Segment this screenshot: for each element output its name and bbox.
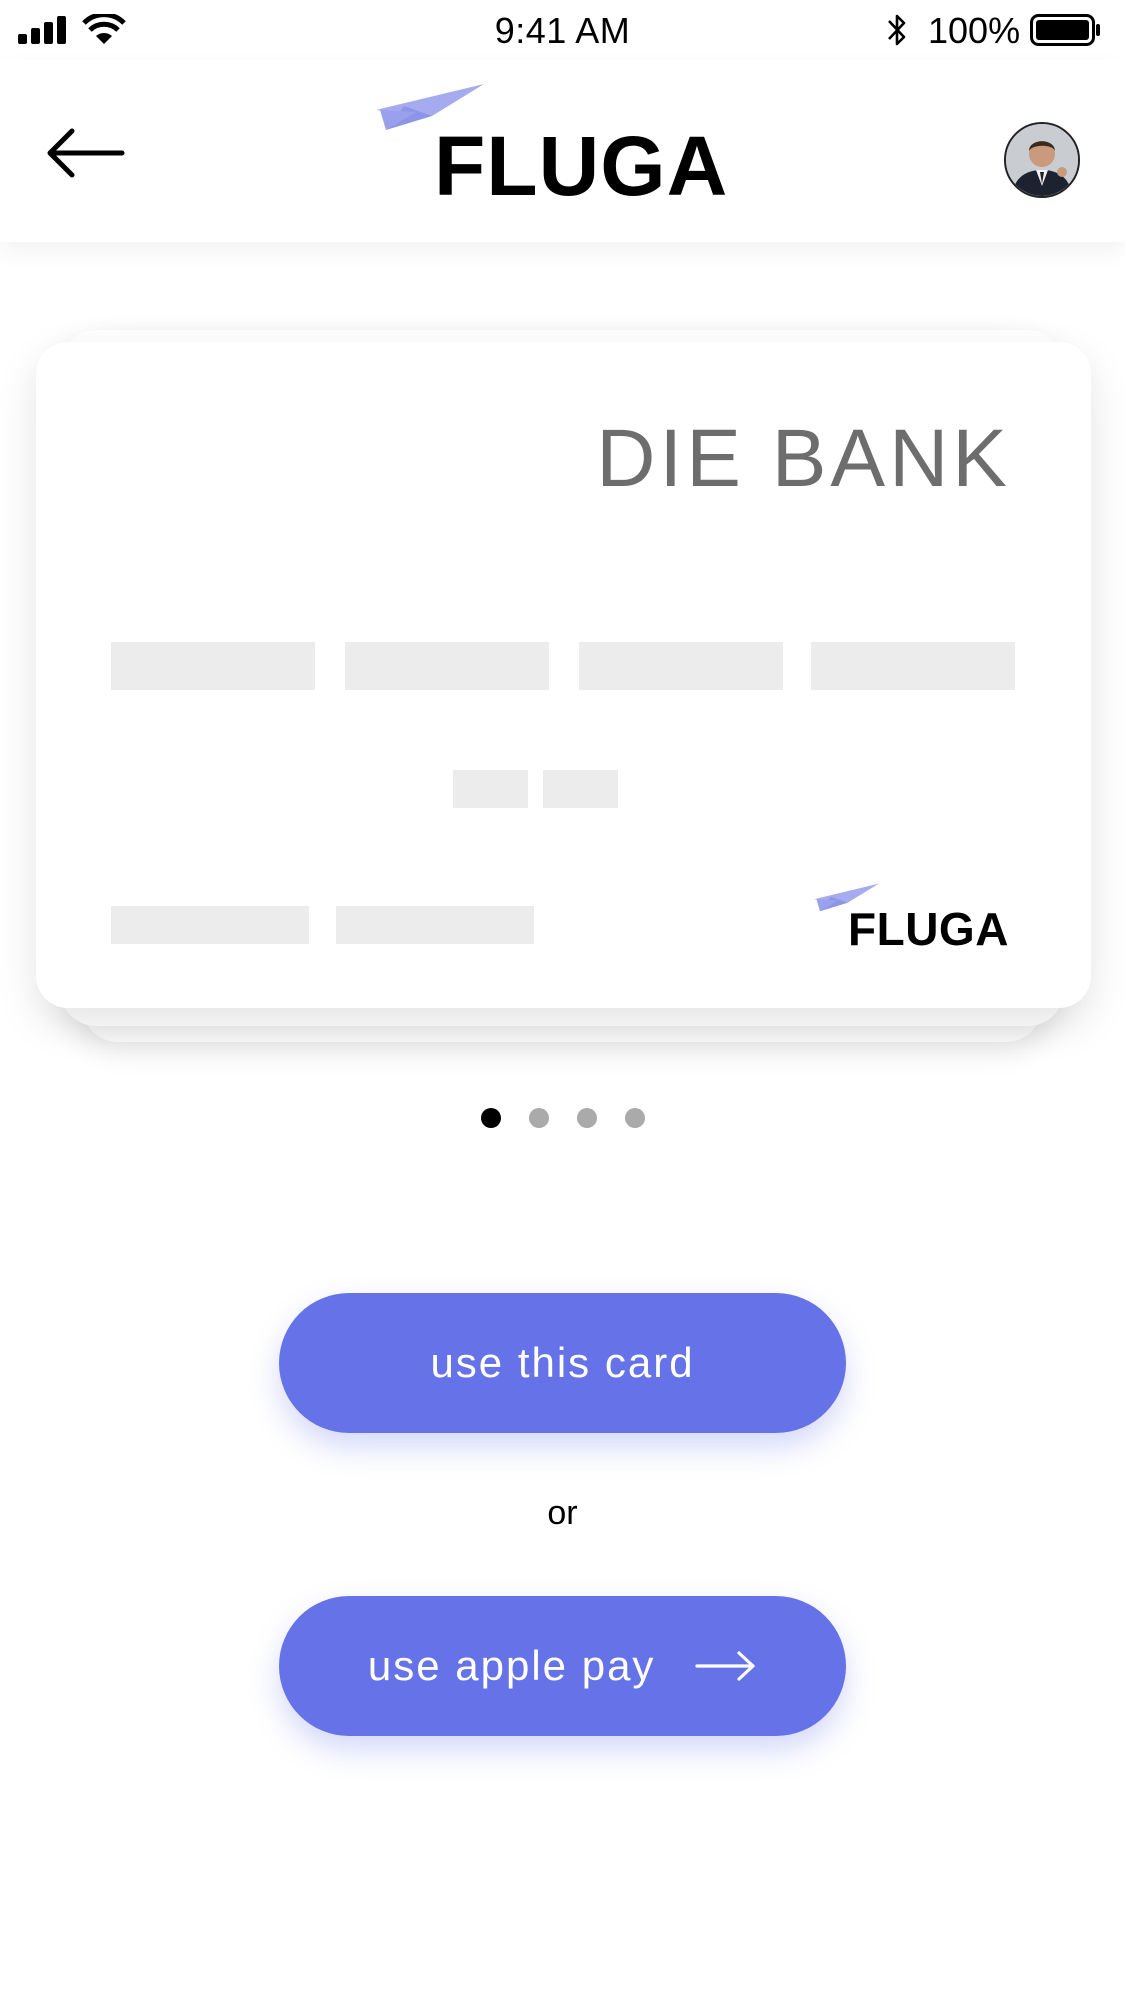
payment-card[interactable]: DIE BANK FLUGA [36, 342, 1091, 1008]
pager-dot-1[interactable] [480, 1108, 501, 1128]
card-number-placeholder-4 [811, 642, 1015, 690]
avatar[interactable] [1004, 122, 1080, 198]
card-brand-text: FLUGA [848, 903, 1009, 955]
use-this-card-label: use this card [430, 1339, 695, 1386]
card-number-placeholder-2 [345, 642, 549, 690]
battery-icon [1030, 14, 1100, 46]
app-logo: FLUGA [376, 82, 727, 213]
pager-dot-2[interactable] [528, 1108, 549, 1128]
app-header: FLUGA [0, 60, 1125, 242]
logo-text: FLUGA [434, 119, 729, 213]
status-bar: 9:41 AM 100% [0, 0, 1125, 60]
arrow-right-icon [695, 1651, 755, 1681]
card-number-placeholder-1 [111, 642, 315, 690]
card-pager [0, 1108, 1125, 1132]
pager-dot-4[interactable] [624, 1108, 645, 1128]
pager-dot-3[interactable] [576, 1108, 597, 1128]
card-brand-logo: FLUGA [814, 882, 1024, 955]
back-button[interactable] [46, 128, 126, 178]
bank-name: DIE BANK [596, 413, 1011, 504]
bluetooth-icon [888, 14, 906, 46]
cardholder-placeholder-first [111, 906, 309, 944]
use-apple-pay-button[interactable]: use apple pay [279, 1596, 846, 1736]
or-separator: or [547, 1494, 578, 1532]
battery-percent: 100% [928, 10, 1021, 51]
cardholder-placeholder-last [336, 906, 534, 944]
use-apple-pay-label: use apple pay [367, 1642, 656, 1689]
expiry-placeholder-month [453, 770, 528, 808]
card-number-placeholder-3 [579, 642, 783, 690]
expiry-placeholder-year [543, 770, 618, 808]
use-this-card-button[interactable]: use this card [279, 1293, 846, 1433]
